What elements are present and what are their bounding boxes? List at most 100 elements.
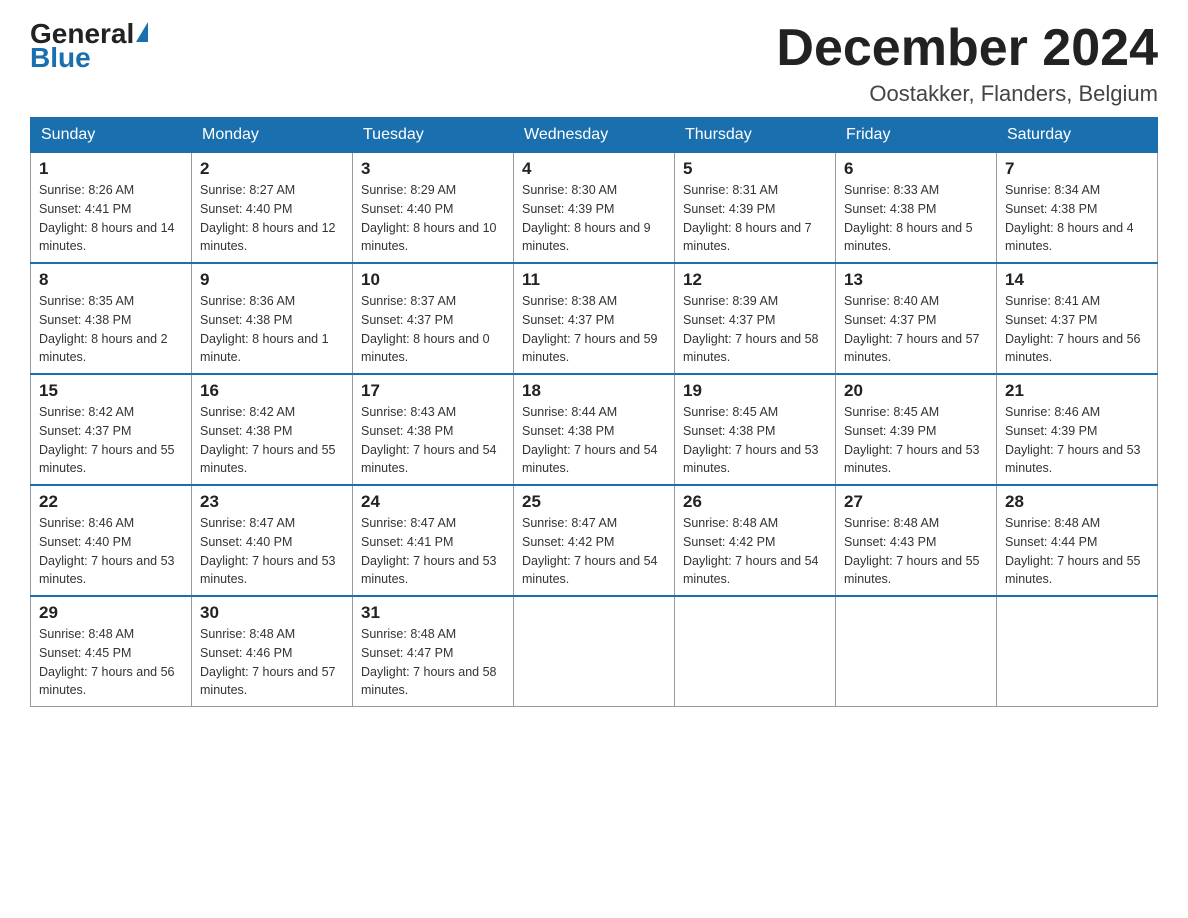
page-header: General Blue December 2024 Oostakker, Fl…	[30, 20, 1158, 107]
calendar-cell: 3 Sunrise: 8:29 AMSunset: 4:40 PMDayligh…	[353, 153, 514, 264]
day-number: 13	[844, 270, 988, 290]
day-info: Sunrise: 8:48 AMSunset: 4:46 PMDaylight:…	[200, 625, 344, 700]
day-number: 28	[1005, 492, 1149, 512]
day-number: 20	[844, 381, 988, 401]
calendar-cell: 10 Sunrise: 8:37 AMSunset: 4:37 PMDaylig…	[353, 263, 514, 374]
calendar-week-row: 22 Sunrise: 8:46 AMSunset: 4:40 PMDaylig…	[31, 485, 1158, 596]
day-info: Sunrise: 8:45 AMSunset: 4:38 PMDaylight:…	[683, 403, 827, 478]
calendar-cell	[514, 596, 675, 707]
day-info: Sunrise: 8:34 AMSunset: 4:38 PMDaylight:…	[1005, 181, 1149, 256]
calendar-cell	[836, 596, 997, 707]
day-number: 6	[844, 159, 988, 179]
day-info: Sunrise: 8:39 AMSunset: 4:37 PMDaylight:…	[683, 292, 827, 367]
day-number: 14	[1005, 270, 1149, 290]
calendar-cell: 19 Sunrise: 8:45 AMSunset: 4:38 PMDaylig…	[675, 374, 836, 485]
day-info: Sunrise: 8:27 AMSunset: 4:40 PMDaylight:…	[200, 181, 344, 256]
calendar-cell: 12 Sunrise: 8:39 AMSunset: 4:37 PMDaylig…	[675, 263, 836, 374]
day-info: Sunrise: 8:26 AMSunset: 4:41 PMDaylight:…	[39, 181, 183, 256]
day-info: Sunrise: 8:36 AMSunset: 4:38 PMDaylight:…	[200, 292, 344, 367]
day-number: 23	[200, 492, 344, 512]
day-info: Sunrise: 8:45 AMSunset: 4:39 PMDaylight:…	[844, 403, 988, 478]
day-info: Sunrise: 8:40 AMSunset: 4:37 PMDaylight:…	[844, 292, 988, 367]
day-info: Sunrise: 8:47 AMSunset: 4:40 PMDaylight:…	[200, 514, 344, 589]
calendar-cell: 22 Sunrise: 8:46 AMSunset: 4:40 PMDaylig…	[31, 485, 192, 596]
calendar-cell: 15 Sunrise: 8:42 AMSunset: 4:37 PMDaylig…	[31, 374, 192, 485]
day-info: Sunrise: 8:29 AMSunset: 4:40 PMDaylight:…	[361, 181, 505, 256]
day-number: 9	[200, 270, 344, 290]
calendar-week-row: 1 Sunrise: 8:26 AMSunset: 4:41 PMDayligh…	[31, 153, 1158, 264]
col-header-saturday: Saturday	[997, 118, 1158, 153]
calendar-cell: 8 Sunrise: 8:35 AMSunset: 4:38 PMDayligh…	[31, 263, 192, 374]
day-number: 15	[39, 381, 183, 401]
day-info: Sunrise: 8:44 AMSunset: 4:38 PMDaylight:…	[522, 403, 666, 478]
day-number: 26	[683, 492, 827, 512]
day-info: Sunrise: 8:47 AMSunset: 4:41 PMDaylight:…	[361, 514, 505, 589]
calendar-cell: 1 Sunrise: 8:26 AMSunset: 4:41 PMDayligh…	[31, 153, 192, 264]
day-info: Sunrise: 8:48 AMSunset: 4:45 PMDaylight:…	[39, 625, 183, 700]
calendar-cell: 6 Sunrise: 8:33 AMSunset: 4:38 PMDayligh…	[836, 153, 997, 264]
calendar-cell: 31 Sunrise: 8:48 AMSunset: 4:47 PMDaylig…	[353, 596, 514, 707]
page-subtitle: Oostakker, Flanders, Belgium	[776, 81, 1158, 107]
day-number: 7	[1005, 159, 1149, 179]
day-number: 22	[39, 492, 183, 512]
day-info: Sunrise: 8:48 AMSunset: 4:42 PMDaylight:…	[683, 514, 827, 589]
page-title: December 2024	[776, 20, 1158, 77]
day-number: 19	[683, 381, 827, 401]
day-number: 5	[683, 159, 827, 179]
calendar-cell	[675, 596, 836, 707]
day-number: 1	[39, 159, 183, 179]
day-number: 31	[361, 603, 505, 623]
logo: General Blue	[30, 20, 148, 72]
calendar-cell: 29 Sunrise: 8:48 AMSunset: 4:45 PMDaylig…	[31, 596, 192, 707]
day-number: 18	[522, 381, 666, 401]
calendar-week-row: 8 Sunrise: 8:35 AMSunset: 4:38 PMDayligh…	[31, 263, 1158, 374]
calendar-cell	[997, 596, 1158, 707]
day-number: 30	[200, 603, 344, 623]
calendar-cell: 4 Sunrise: 8:30 AMSunset: 4:39 PMDayligh…	[514, 153, 675, 264]
day-info: Sunrise: 8:38 AMSunset: 4:37 PMDaylight:…	[522, 292, 666, 367]
col-header-monday: Monday	[192, 118, 353, 153]
calendar-cell: 20 Sunrise: 8:45 AMSunset: 4:39 PMDaylig…	[836, 374, 997, 485]
calendar-cell: 21 Sunrise: 8:46 AMSunset: 4:39 PMDaylig…	[997, 374, 1158, 485]
calendar-cell: 23 Sunrise: 8:47 AMSunset: 4:40 PMDaylig…	[192, 485, 353, 596]
day-number: 11	[522, 270, 666, 290]
day-info: Sunrise: 8:41 AMSunset: 4:37 PMDaylight:…	[1005, 292, 1149, 367]
col-header-sunday: Sunday	[31, 118, 192, 153]
day-number: 29	[39, 603, 183, 623]
calendar-cell: 18 Sunrise: 8:44 AMSunset: 4:38 PMDaylig…	[514, 374, 675, 485]
calendar-cell: 26 Sunrise: 8:48 AMSunset: 4:42 PMDaylig…	[675, 485, 836, 596]
day-number: 10	[361, 270, 505, 290]
calendar-header-row: SundayMondayTuesdayWednesdayThursdayFrid…	[31, 118, 1158, 153]
title-block: December 2024 Oostakker, Flanders, Belgi…	[776, 20, 1158, 107]
day-info: Sunrise: 8:33 AMSunset: 4:38 PMDaylight:…	[844, 181, 988, 256]
calendar-table: SundayMondayTuesdayWednesdayThursdayFrid…	[30, 117, 1158, 707]
calendar-cell: 14 Sunrise: 8:41 AMSunset: 4:37 PMDaylig…	[997, 263, 1158, 374]
day-info: Sunrise: 8:46 AMSunset: 4:39 PMDaylight:…	[1005, 403, 1149, 478]
day-number: 25	[522, 492, 666, 512]
day-number: 16	[200, 381, 344, 401]
day-info: Sunrise: 8:30 AMSunset: 4:39 PMDaylight:…	[522, 181, 666, 256]
day-info: Sunrise: 8:48 AMSunset: 4:47 PMDaylight:…	[361, 625, 505, 700]
day-info: Sunrise: 8:48 AMSunset: 4:44 PMDaylight:…	[1005, 514, 1149, 589]
day-info: Sunrise: 8:42 AMSunset: 4:37 PMDaylight:…	[39, 403, 183, 478]
calendar-week-row: 15 Sunrise: 8:42 AMSunset: 4:37 PMDaylig…	[31, 374, 1158, 485]
logo-triangle-icon	[136, 22, 148, 42]
day-info: Sunrise: 8:37 AMSunset: 4:37 PMDaylight:…	[361, 292, 505, 367]
day-info: Sunrise: 8:47 AMSunset: 4:42 PMDaylight:…	[522, 514, 666, 589]
day-info: Sunrise: 8:42 AMSunset: 4:38 PMDaylight:…	[200, 403, 344, 478]
calendar-cell: 17 Sunrise: 8:43 AMSunset: 4:38 PMDaylig…	[353, 374, 514, 485]
calendar-cell: 2 Sunrise: 8:27 AMSunset: 4:40 PMDayligh…	[192, 153, 353, 264]
day-info: Sunrise: 8:43 AMSunset: 4:38 PMDaylight:…	[361, 403, 505, 478]
calendar-cell: 16 Sunrise: 8:42 AMSunset: 4:38 PMDaylig…	[192, 374, 353, 485]
day-number: 3	[361, 159, 505, 179]
calendar-week-row: 29 Sunrise: 8:48 AMSunset: 4:45 PMDaylig…	[31, 596, 1158, 707]
day-number: 27	[844, 492, 988, 512]
day-info: Sunrise: 8:31 AMSunset: 4:39 PMDaylight:…	[683, 181, 827, 256]
day-info: Sunrise: 8:35 AMSunset: 4:38 PMDaylight:…	[39, 292, 183, 367]
calendar-cell: 5 Sunrise: 8:31 AMSunset: 4:39 PMDayligh…	[675, 153, 836, 264]
col-header-wednesday: Wednesday	[514, 118, 675, 153]
calendar-cell: 28 Sunrise: 8:48 AMSunset: 4:44 PMDaylig…	[997, 485, 1158, 596]
col-header-tuesday: Tuesday	[353, 118, 514, 153]
calendar-cell: 30 Sunrise: 8:48 AMSunset: 4:46 PMDaylig…	[192, 596, 353, 707]
calendar-cell: 24 Sunrise: 8:47 AMSunset: 4:41 PMDaylig…	[353, 485, 514, 596]
